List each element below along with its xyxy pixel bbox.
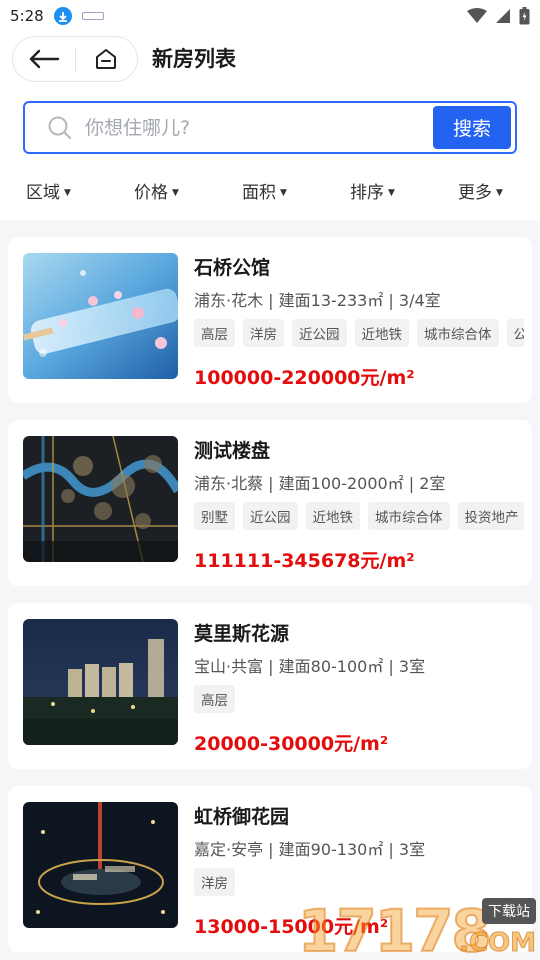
tag: 高层: [194, 685, 235, 713]
filter-more[interactable]: 更多 ▼: [458, 178, 503, 203]
tag: 近公园: [243, 502, 298, 530]
listing-image: [23, 802, 178, 928]
tag: 近公园: [292, 319, 347, 347]
search-icon: [48, 116, 72, 140]
tag: 城市综合体: [417, 319, 499, 347]
listing-card[interactable]: 测试楼盘 浦东·北蔡 | 建面100-2000㎡ | 2室 别墅 近公园 近地铁…: [8, 420, 532, 586]
battery-icon: [519, 7, 530, 25]
tag: 洋房: [243, 319, 284, 347]
filter-label: 排序: [350, 183, 384, 203]
filter-label: 面积: [242, 183, 276, 203]
listing-card[interactable]: 莫里斯花源 宝山·共富 | 建面80-100㎡ | 3室 高层 20000-30…: [8, 603, 532, 769]
tag: 别墅: [194, 502, 235, 530]
search-input[interactable]: [85, 113, 425, 143]
watermark-suffix: .COM: [459, 928, 537, 959]
popsicle-photo-icon: [23, 253, 178, 379]
back-button[interactable]: [13, 36, 75, 82]
tag: 洋房: [194, 868, 235, 896]
filter-price[interactable]: 价格 ▼: [134, 178, 179, 203]
listing-meta: 浦东·北蔡 | 建面100-2000㎡ | 2室: [194, 474, 446, 493]
caret-down-icon: ▼: [64, 187, 71, 198]
search-box: 搜索: [23, 101, 517, 154]
tag-list: 洋房: [194, 868, 524, 898]
listing-image: [23, 619, 178, 745]
app-logo-icon: [81, 12, 104, 20]
filter-bar: 区域 ▼ 价格 ▼ 面积 ▼ 排序 ▼ 更多 ▼: [0, 164, 540, 220]
caret-down-icon: ▼: [496, 187, 503, 198]
filter-label: 价格: [134, 183, 168, 203]
header: 新房列表: [0, 32, 540, 92]
filter-region[interactable]: 区域 ▼: [26, 178, 71, 203]
page-title: 新房列表: [152, 47, 236, 71]
search-button[interactable]: 搜索: [433, 106, 511, 149]
search-bar: 搜索: [0, 92, 540, 164]
status-bar: 5:28: [0, 0, 540, 32]
home-icon: [96, 49, 117, 69]
listing-card[interactable]: 石桥公馆 浦东·花木 | 建面13-233㎡ | 3/4室 高层 洋房 近公园 …: [8, 237, 532, 403]
listing-price: 111111-345678元/m²: [194, 550, 415, 572]
caret-down-icon: ▼: [172, 187, 179, 198]
filter-sort[interactable]: 排序 ▼: [350, 178, 395, 203]
listing-price: 100000-220000元/m²: [194, 367, 415, 389]
listing-meta: 嘉定·安亭 | 建面90-130㎡ | 3室: [194, 840, 426, 859]
listing-title: 虹桥御花园: [194, 806, 290, 828]
night-plaza-photo-icon: [23, 802, 178, 928]
tag: 高层: [194, 319, 235, 347]
back-arrow-icon: [29, 49, 59, 69]
caret-down-icon: ▼: [280, 187, 287, 198]
city-map-photo-icon: [23, 436, 178, 562]
listing-price: 20000-30000元/m²: [194, 733, 389, 755]
download-icon: [53, 7, 72, 25]
listing-meta: 浦东·花木 | 建面13-233㎡ | 3/4室: [194, 291, 441, 310]
night-towers-photo-icon: [23, 619, 178, 745]
listing-meta: 宝山·共富 | 建面80-100㎡ | 3室: [194, 657, 426, 676]
home-button[interactable]: [75, 36, 137, 82]
tag: 投资地产: [457, 502, 524, 530]
tag: 公积: [506, 319, 524, 347]
filter-label: 区域: [26, 183, 60, 203]
tag-list: 高层: [194, 685, 524, 715]
wifi-icon: [467, 8, 487, 23]
signal-icon: [496, 9, 510, 23]
caret-down-icon: ▼: [388, 187, 395, 198]
status-time: 5:28: [10, 7, 44, 25]
listing-title: 石桥公馆: [194, 257, 271, 279]
listing-image: [23, 436, 178, 562]
nav-pill: [12, 36, 138, 82]
filter-area[interactable]: 面积 ▼: [242, 178, 287, 203]
listing-title: 测试楼盘: [194, 440, 271, 462]
watermark-tag: 下载站: [482, 898, 536, 924]
listing-image: [23, 253, 178, 379]
watermark: 17178 下载站 .COM: [297, 898, 538, 960]
tag: 城市综合体: [368, 502, 450, 530]
tag-list: 别墅 近公园 近地铁 城市综合体 投资地产: [194, 502, 524, 532]
tag: 近地铁: [354, 319, 409, 347]
tag-list: 高层 洋房 近公园 近地铁 城市综合体 公积: [194, 319, 524, 349]
filter-label: 更多: [458, 183, 492, 203]
tag: 近地铁: [305, 502, 360, 530]
listing-title: 莫里斯花源: [194, 623, 290, 645]
